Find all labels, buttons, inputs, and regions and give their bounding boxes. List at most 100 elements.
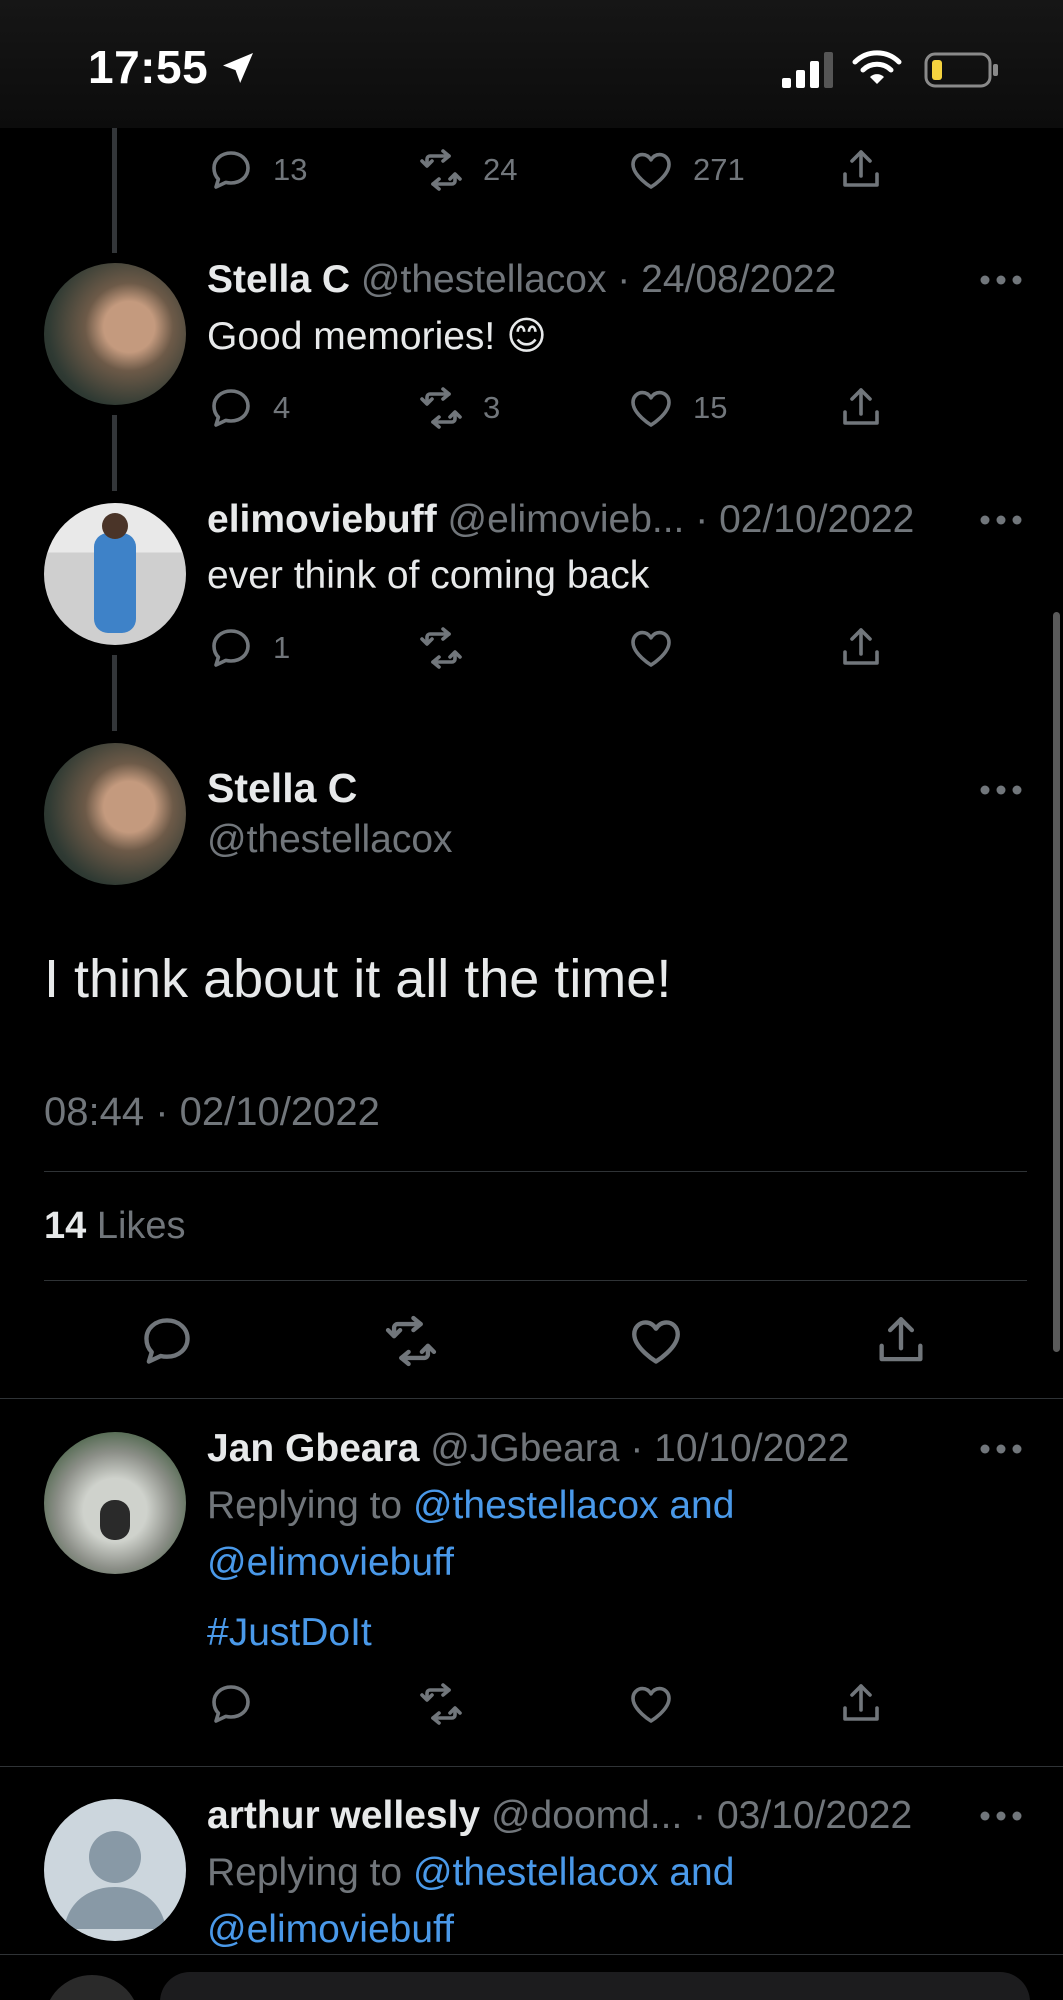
- like-count: 15: [693, 390, 728, 425]
- retweet-button[interactable]: [417, 620, 465, 676]
- replying-prefix: Replying to: [207, 1851, 403, 1894]
- main-tweet-timestamp[interactable]: 08:44 · 02/10/2022: [44, 1090, 380, 1135]
- retweet-button[interactable]: 24: [417, 142, 517, 198]
- avatar[interactable]: [44, 1799, 186, 1941]
- handle[interactable]: @thestellacox: [207, 818, 453, 862]
- retweet-count: 3: [483, 390, 501, 425]
- reply-count: 13: [273, 152, 308, 187]
- divider: [44, 1171, 1027, 1172]
- divider: [0, 1398, 1063, 1399]
- like-icon[interactable]: [627, 1312, 685, 1370]
- share-button[interactable]: [837, 380, 885, 436]
- more-icon[interactable]: [979, 1443, 1023, 1455]
- like-icon: [627, 146, 675, 194]
- thread-line: [112, 415, 117, 491]
- divider: [0, 1766, 1063, 1767]
- divider: [0, 1954, 1063, 1955]
- retweet-count: 24: [483, 152, 518, 187]
- like-button[interactable]: [627, 1676, 675, 1732]
- mention-link[interactable]: @elimoviebuff: [207, 1908, 454, 1952]
- status-bar: 17:55: [0, 0, 1063, 128]
- replying-prefix: Replying to: [207, 1484, 403, 1527]
- more-icon[interactable]: [979, 784, 1023, 796]
- retweet-button[interactable]: [417, 1676, 465, 1732]
- like-button[interactable]: 15: [627, 380, 727, 436]
- share-icon: [837, 146, 885, 194]
- tweet-date[interactable]: 02/10/2022: [719, 498, 914, 541]
- display-name[interactable]: elimoviebuff: [207, 498, 437, 541]
- retweet-button[interactable]: 3: [417, 380, 500, 436]
- tweet-actions: [207, 1676, 887, 1732]
- wifi-icon: [852, 50, 902, 84]
- reply-icon: [207, 1680, 255, 1728]
- mention-link[interactable]: @thestellacox and: [413, 1484, 734, 1527]
- like-icon: [627, 384, 675, 432]
- share-icon: [837, 384, 885, 432]
- scrollbar[interactable]: [1053, 612, 1060, 1352]
- share-button[interactable]: [837, 1676, 885, 1732]
- tweet-text: ever think of coming back: [207, 554, 650, 597]
- default-avatar-icon: [64, 1831, 166, 1929]
- retweet-icon: [417, 1680, 465, 1728]
- like-button[interactable]: [627, 620, 675, 676]
- main-tweet-actions: [0, 1312, 1063, 1376]
- divider: [44, 1280, 1027, 1281]
- handle[interactable]: @thestellacox: [361, 258, 607, 301]
- tweet-date[interactable]: 24/08/2022: [641, 258, 836, 301]
- share-icon[interactable]: [872, 1312, 930, 1370]
- like-button[interactable]: 271: [627, 142, 745, 198]
- reply-icon: [207, 146, 255, 194]
- retweet-icon[interactable]: [382, 1312, 440, 1370]
- main-tweet-text: I think about it all the time!: [44, 949, 672, 1009]
- tweet-actions: 13 24 271: [207, 142, 887, 198]
- share-button[interactable]: [837, 142, 885, 198]
- avatar[interactable]: [44, 743, 186, 885]
- reply-button[interactable]: 1: [207, 620, 290, 676]
- hashtag-link[interactable]: #JustDoIt: [207, 1611, 372, 1655]
- reply-button[interactable]: 13: [207, 142, 307, 198]
- avatar[interactable]: [44, 263, 186, 405]
- reply-compose-input[interactable]: [160, 1972, 1030, 2000]
- mention-link[interactable]: @thestellacox and: [413, 1851, 734, 1894]
- reply-button[interactable]: [207, 1676, 255, 1732]
- share-icon: [837, 1680, 885, 1728]
- share-button[interactable]: [837, 620, 885, 676]
- likes-summary[interactable]: 14 Likes: [44, 1205, 186, 1248]
- mention-link[interactable]: @elimoviebuff: [207, 1541, 454, 1585]
- tweet-date[interactable]: 03/10/2022: [717, 1794, 912, 1837]
- retweet-icon: [417, 624, 465, 672]
- tweet-header: Jan Gbeara @JGbeara · 10/10/2022: [207, 1427, 850, 1470]
- avatar[interactable]: [44, 1432, 186, 1574]
- location-arrow-icon: [223, 53, 253, 83]
- display-name[interactable]: arthur wellesly: [207, 1794, 480, 1837]
- likes-label: Likes: [96, 1205, 186, 1247]
- reply-count: 1: [273, 630, 291, 665]
- like-count: 271: [693, 152, 745, 187]
- more-icon[interactable]: [979, 514, 1023, 526]
- compose-avatar[interactable]: [44, 1975, 140, 2000]
- more-icon[interactable]: [979, 1810, 1023, 1822]
- handle[interactable]: @doomd...: [491, 1794, 682, 1837]
- tweet-actions: 1: [207, 620, 887, 676]
- like-icon: [627, 1680, 675, 1728]
- reply-button[interactable]: 4: [207, 380, 290, 436]
- likes-count: 14: [44, 1205, 87, 1247]
- avatar[interactable]: [44, 503, 186, 645]
- tweet-actions: 4 3 15: [207, 380, 887, 436]
- reply-count: 4: [273, 390, 291, 425]
- more-icon[interactable]: [979, 274, 1023, 286]
- display-name[interactable]: Jan Gbeara: [207, 1427, 419, 1470]
- display-name[interactable]: Stella C: [207, 258, 350, 301]
- handle[interactable]: @elimovieb...: [448, 498, 685, 541]
- tweet-header: Stella C @thestellacox · 24/08/2022: [207, 258, 837, 301]
- handle[interactable]: @JGbeara: [430, 1427, 619, 1470]
- reply-icon[interactable]: [138, 1312, 196, 1370]
- tweet-text: Good memories! 😊: [207, 315, 547, 358]
- tweet-date[interactable]: 10/10/2022: [654, 1427, 849, 1470]
- share-icon: [837, 624, 885, 672]
- signal-icon: [782, 52, 833, 88]
- status-time: 17:55: [88, 41, 209, 93]
- replying-to: Replying to @thestellacox and: [207, 1851, 734, 1895]
- display-name[interactable]: Stella C: [207, 765, 357, 812]
- reply-icon: [207, 624, 255, 672]
